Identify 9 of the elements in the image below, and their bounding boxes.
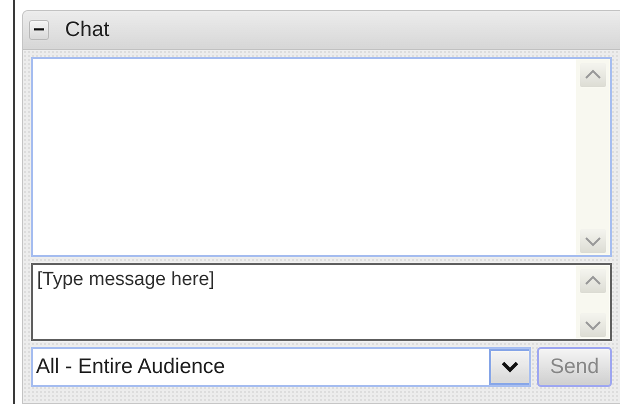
- scroll-down-icon[interactable]: [580, 313, 606, 337]
- panel-title: Chat: [65, 18, 110, 42]
- scroll-up-icon[interactable]: [580, 269, 606, 293]
- collapse-button[interactable]: −: [29, 20, 49, 40]
- chevron-down-icon: [501, 361, 519, 373]
- scroll-down-icon[interactable]: [580, 229, 606, 253]
- scroll-up-icon[interactable]: [580, 63, 606, 87]
- dropdown-button[interactable]: [489, 349, 529, 385]
- recipient-select[interactable]: All - Entire Audience: [31, 347, 531, 387]
